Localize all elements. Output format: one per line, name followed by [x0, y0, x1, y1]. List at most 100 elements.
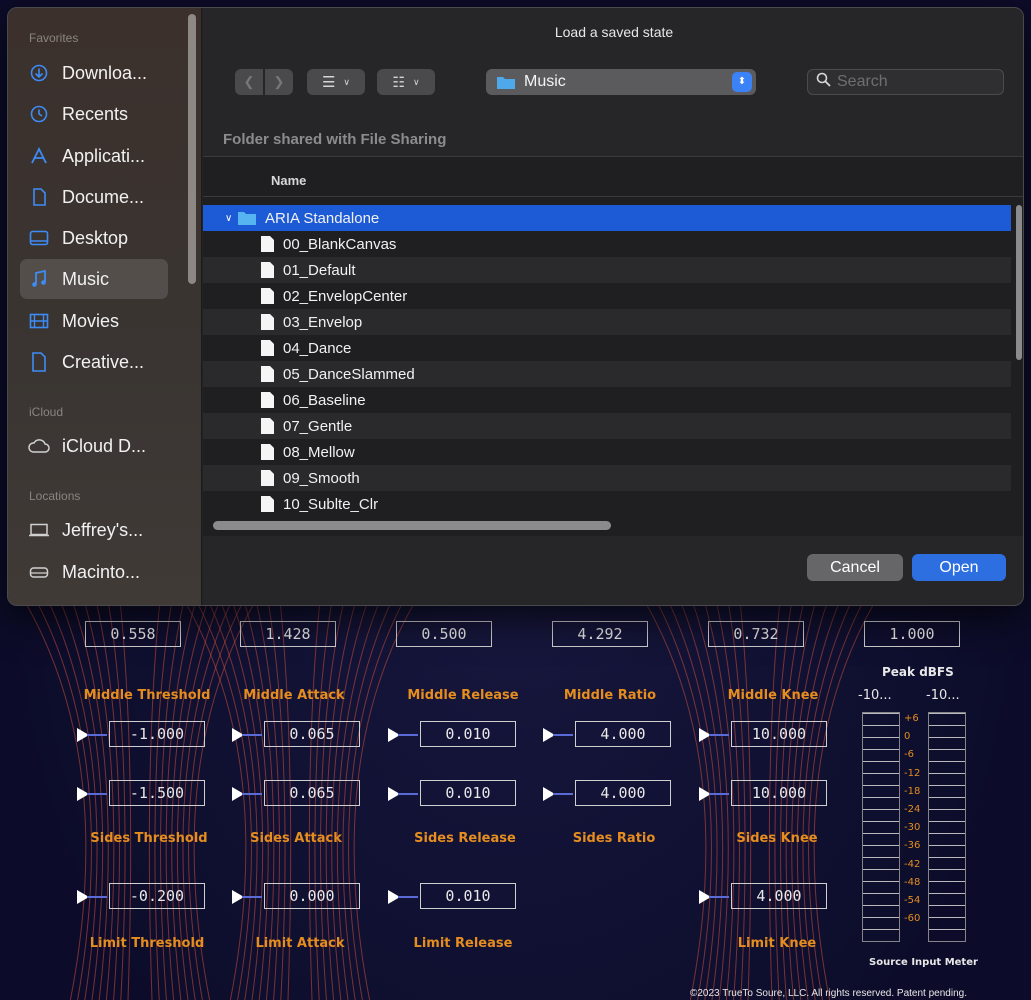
middle-ratio-value[interactable]: 4.000	[575, 721, 671, 747]
document-icon	[28, 352, 50, 372]
search-input[interactable]	[837, 73, 987, 91]
download-icon	[28, 64, 50, 82]
sidebar-item-downloads[interactable]: Downloa...	[20, 53, 168, 93]
file-row[interactable]: 01_Default	[203, 257, 1011, 283]
sides-threshold-value[interactable]: -1.500	[109, 780, 205, 806]
middle-attack-value[interactable]: 0.065	[264, 721, 360, 747]
meter-tick-label: -12	[904, 767, 921, 779]
middle-release-value[interactable]: 0.010	[420, 721, 516, 747]
meter-tick-label: -42	[904, 858, 921, 870]
middle-knee-label: Middle Knee	[727, 688, 819, 703]
chevron-down-icon: ∨	[412, 76, 420, 87]
sides-attack-arrow[interactable]	[232, 787, 262, 801]
cancel-button[interactable]: Cancel	[807, 554, 903, 581]
sides-ratio-arrow[interactable]	[543, 787, 573, 801]
sides-knee-arrow[interactable]	[699, 787, 729, 801]
middle-knee-arrow[interactable]	[699, 728, 729, 742]
meter-tick-label: -60	[904, 913, 921, 925]
back-button[interactable]: ❮	[235, 69, 263, 95]
top-value-5[interactable]: 0.732	[708, 621, 804, 647]
sides-release-arrow[interactable]	[388, 787, 418, 801]
limit-threshold-value[interactable]: -0.200	[109, 883, 205, 909]
limit-knee-value[interactable]: 4.000	[731, 883, 827, 909]
search-field[interactable]	[807, 69, 1004, 95]
middle-knee-value[interactable]: 10.000	[731, 721, 827, 747]
file-row[interactable]: 08_Mellow	[203, 439, 1011, 465]
middle-ratio-arrow[interactable]	[543, 728, 573, 742]
top-value-4[interactable]: 4.292	[552, 621, 648, 647]
limit-release-label: Limit Release	[413, 936, 513, 951]
sides-threshold-arrow[interactable]	[77, 787, 107, 801]
file-row[interactable]: 00_BlankCanvas	[203, 231, 1011, 257]
vertical-scrollbar[interactable]	[1016, 205, 1022, 360]
file-row[interactable]: 10_Sublte_Clr	[203, 491, 1011, 517]
location-label: Music	[524, 73, 566, 90]
limit-attack-label: Limit Attack	[255, 936, 345, 951]
file-row[interactable]: 05_DanceSlammed	[203, 361, 1011, 387]
file-name: 10_Sublte_Clr	[283, 495, 379, 513]
cloud-icon	[28, 438, 50, 454]
meter-caption: Source Input Meter	[869, 957, 978, 968]
limit-release-value[interactable]: 0.010	[420, 883, 516, 909]
sidebar-scrollbar[interactable]	[188, 14, 196, 284]
grid-view-button[interactable]: ☷ ∨	[377, 69, 435, 95]
sides-release-value[interactable]: 0.010	[420, 780, 516, 806]
sidebar-item-movies[interactable]: Movies	[20, 301, 168, 341]
folder-row[interactable]: ∨ ARIA Standalone	[203, 205, 1011, 231]
chevron-down-icon: ∨	[343, 76, 351, 87]
top-value-2[interactable]: 1.428	[240, 621, 336, 647]
limit-threshold-arrow[interactable]	[77, 890, 107, 904]
forward-button[interactable]: ❯	[265, 69, 293, 95]
file-row[interactable]: 02_EnvelopCenter	[203, 283, 1011, 309]
sidebar-item-computer[interactable]: Jeffrey's...	[20, 510, 168, 550]
sides-ratio-value[interactable]: 4.000	[575, 780, 671, 806]
sidebar-item-applications[interactable]: Applicati...	[20, 136, 168, 176]
sides-knee-value[interactable]: 10.000	[731, 780, 827, 806]
meter-tick-label: -18	[904, 785, 921, 797]
list-view-button[interactable]: ☰ ∨	[307, 69, 365, 95]
document-icon	[261, 314, 274, 330]
copyright: ©2023 TrueTo Soure, LLC. All rights rese…	[690, 988, 967, 999]
sidebar-item-label: Desktop	[62, 227, 129, 248]
column-header-name[interactable]: Name	[203, 157, 1023, 197]
open-file-dialog: Favorites Downloa... Recents Applicati..…	[7, 7, 1024, 606]
top-value-1[interactable]: 0.558	[85, 621, 181, 647]
document-icon	[261, 262, 274, 278]
folder-icon	[497, 76, 515, 89]
file-row[interactable]: 06_Baseline	[203, 387, 1011, 413]
sidebar-item-documents[interactable]: Docume...	[20, 177, 168, 217]
sidebar-item-recents[interactable]: Recents	[20, 94, 168, 134]
horizontal-scrollbar[interactable]	[213, 521, 611, 530]
middle-threshold-arrow[interactable]	[77, 728, 107, 742]
file-row[interactable]: 03_Envelop	[203, 309, 1011, 335]
file-row[interactable]: 04_Dance	[203, 335, 1011, 361]
middle-attack-arrow[interactable]	[232, 728, 262, 742]
middle-release-arrow[interactable]	[388, 728, 418, 742]
top-value-6[interactable]: 1.000	[864, 621, 960, 647]
limit-attack-value[interactable]: 0.000	[264, 883, 360, 909]
limit-knee-label: Limit Knee	[737, 936, 817, 951]
file-row[interactable]: 07_Gentle	[203, 413, 1011, 439]
meter-left-bar	[862, 712, 900, 942]
file-row[interactable]: 09_Smooth	[203, 465, 1011, 491]
laptop-icon	[28, 523, 50, 537]
file-name: 00_BlankCanvas	[283, 235, 397, 253]
list-icon: ☰	[321, 74, 336, 91]
sidebar-item-music[interactable]: Music	[20, 259, 168, 299]
document-icon	[261, 236, 274, 252]
sidebar-item-label: Downloa...	[62, 62, 148, 83]
sidebar-item-desktop[interactable]: Desktop	[20, 218, 168, 258]
sidebar-item-macintosh-hd[interactable]: Macinto...	[20, 552, 168, 592]
location-dropdown[interactable]: Music ⬍	[486, 69, 756, 95]
document-icon	[28, 188, 50, 206]
sides-attack-value[interactable]: 0.065	[264, 780, 360, 806]
limit-release-arrow[interactable]	[388, 890, 418, 904]
middle-threshold-value[interactable]: -1.000	[109, 721, 205, 747]
open-button[interactable]: Open	[912, 554, 1006, 581]
top-value-3[interactable]: 0.500	[396, 621, 492, 647]
limit-attack-arrow[interactable]	[232, 890, 262, 904]
sidebar-item-creative[interactable]: Creative...	[20, 342, 168, 382]
limit-knee-arrow[interactable]	[699, 890, 729, 904]
sidebar-item-icloud-drive[interactable]: iCloud D...	[20, 426, 168, 466]
chevron-down-icon[interactable]: ∨	[225, 213, 232, 224]
